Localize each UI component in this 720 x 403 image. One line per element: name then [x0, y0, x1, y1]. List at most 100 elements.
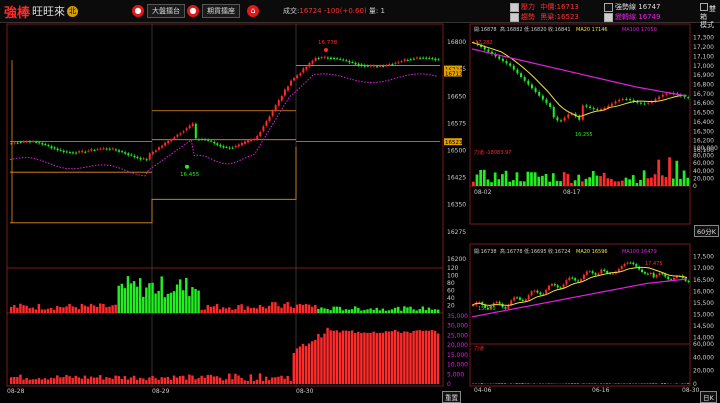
vol2-bar	[179, 376, 181, 384]
vol1-bar	[197, 291, 199, 313]
candle-body	[401, 61, 403, 62]
vol1-bar	[382, 309, 384, 313]
period-daily-button[interactable]: 日K	[700, 391, 717, 403]
side-candle-body	[650, 273, 652, 274]
side-candle-body	[516, 297, 518, 298]
vol2-bar	[388, 332, 390, 384]
candle-body	[146, 159, 148, 160]
side-vol-bar	[516, 383, 518, 384]
vol2-bar	[437, 333, 439, 384]
side-candle-body	[574, 278, 576, 280]
vol1-bar	[53, 310, 55, 313]
vol1-bar	[124, 288, 126, 313]
vol2-bar	[96, 377, 98, 384]
vol1-bar	[357, 308, 359, 313]
candle-body	[336, 58, 338, 59]
side-y-tick: 17,000	[693, 63, 714, 70]
side-vol-bar	[639, 180, 642, 186]
vol1-y-tick: 40	[447, 295, 455, 302]
vol2-bar	[151, 376, 153, 384]
side-candle-body	[487, 49, 489, 51]
candle-body	[213, 142, 215, 144]
candle-body	[318, 58, 320, 59]
candle-body	[35, 142, 37, 143]
period-60min-button[interactable]: 60分K	[694, 225, 719, 237]
side-candle-body	[564, 118, 566, 121]
chart-canvas[interactable]: 1680016725166501657516500164251635016275…	[0, 0, 720, 402]
side-info-close: 收:16841	[548, 26, 571, 33]
vol2-bar	[13, 377, 15, 384]
candle-body	[302, 68, 304, 72]
candle-body	[312, 61, 314, 64]
side-y-tick: 16,500	[693, 110, 714, 117]
vol1-bar	[394, 308, 396, 313]
main-y-tick: 16200	[447, 256, 466, 263]
vol2-bar	[81, 379, 83, 384]
vol2-bar	[354, 333, 356, 384]
side-candle-body	[568, 278, 570, 281]
side-candle-body	[641, 270, 643, 273]
vol1-bar	[216, 304, 218, 313]
candle-body	[437, 59, 439, 60]
side-candle-body	[583, 275, 585, 279]
candle-body	[428, 58, 430, 59]
vol1-bar	[176, 285, 178, 313]
vol1-bar	[409, 307, 411, 313]
vol1-bar	[173, 291, 175, 313]
side-candle-body	[525, 299, 527, 301]
candle-body	[47, 145, 49, 146]
candle-body	[293, 78, 295, 80]
candle-body	[41, 143, 43, 144]
side-candle-body	[571, 278, 573, 279]
side-candle-body	[528, 295, 530, 299]
side-x-tick: 06-16	[592, 387, 610, 394]
side-vol-bar	[585, 383, 587, 384]
candle-body	[176, 135, 178, 137]
vol2-bar	[173, 376, 175, 384]
vol1-bar	[385, 311, 387, 313]
side-vol-bar	[568, 383, 570, 384]
side-vol-bar	[629, 383, 631, 384]
side-vol-bar	[588, 383, 590, 384]
vol2-bar	[118, 376, 120, 384]
vol2-bar	[62, 377, 64, 384]
price-tag: 16523	[445, 140, 463, 146]
candle-body	[136, 157, 138, 158]
candle-body	[434, 59, 436, 61]
candle-body	[127, 153, 129, 155]
vol1-bar	[68, 304, 70, 313]
candle-body	[38, 142, 40, 143]
side-candle-body	[589, 271, 591, 272]
side-candle-body	[596, 109, 598, 110]
vol2-bar	[75, 376, 77, 384]
vol1-bar	[354, 306, 356, 313]
vol1-bar	[329, 310, 331, 313]
vol1-bar	[271, 302, 273, 313]
side-vol-bar	[490, 182, 493, 186]
vol2-bar	[391, 331, 393, 384]
vol2-bar	[111, 379, 113, 384]
candle-body	[170, 140, 172, 141]
vol1-bar	[428, 308, 430, 313]
candle-body	[290, 81, 292, 86]
vol2-bar	[44, 378, 46, 384]
vol1-bar	[108, 307, 110, 313]
candle-body	[391, 64, 393, 65]
candle-body	[140, 158, 142, 160]
vol2-bar	[219, 378, 221, 384]
side-candle-body	[557, 285, 559, 287]
vol2-bar	[22, 380, 24, 384]
candle-body	[118, 150, 120, 151]
vol1-y-tick: 120	[447, 265, 459, 272]
side-vol-bar	[534, 172, 537, 186]
side-vol-bar	[581, 181, 584, 186]
candle-body	[287, 87, 289, 91]
vol2-bar	[357, 332, 359, 384]
side-vol-bar	[594, 383, 596, 384]
reset-button[interactable]: 重置	[442, 391, 461, 403]
side-vol-bar	[519, 383, 521, 384]
vol1-bar	[351, 309, 353, 313]
vol2-bar	[397, 332, 399, 384]
side-candle-body	[531, 291, 533, 295]
side-candle-body	[545, 99, 547, 103]
